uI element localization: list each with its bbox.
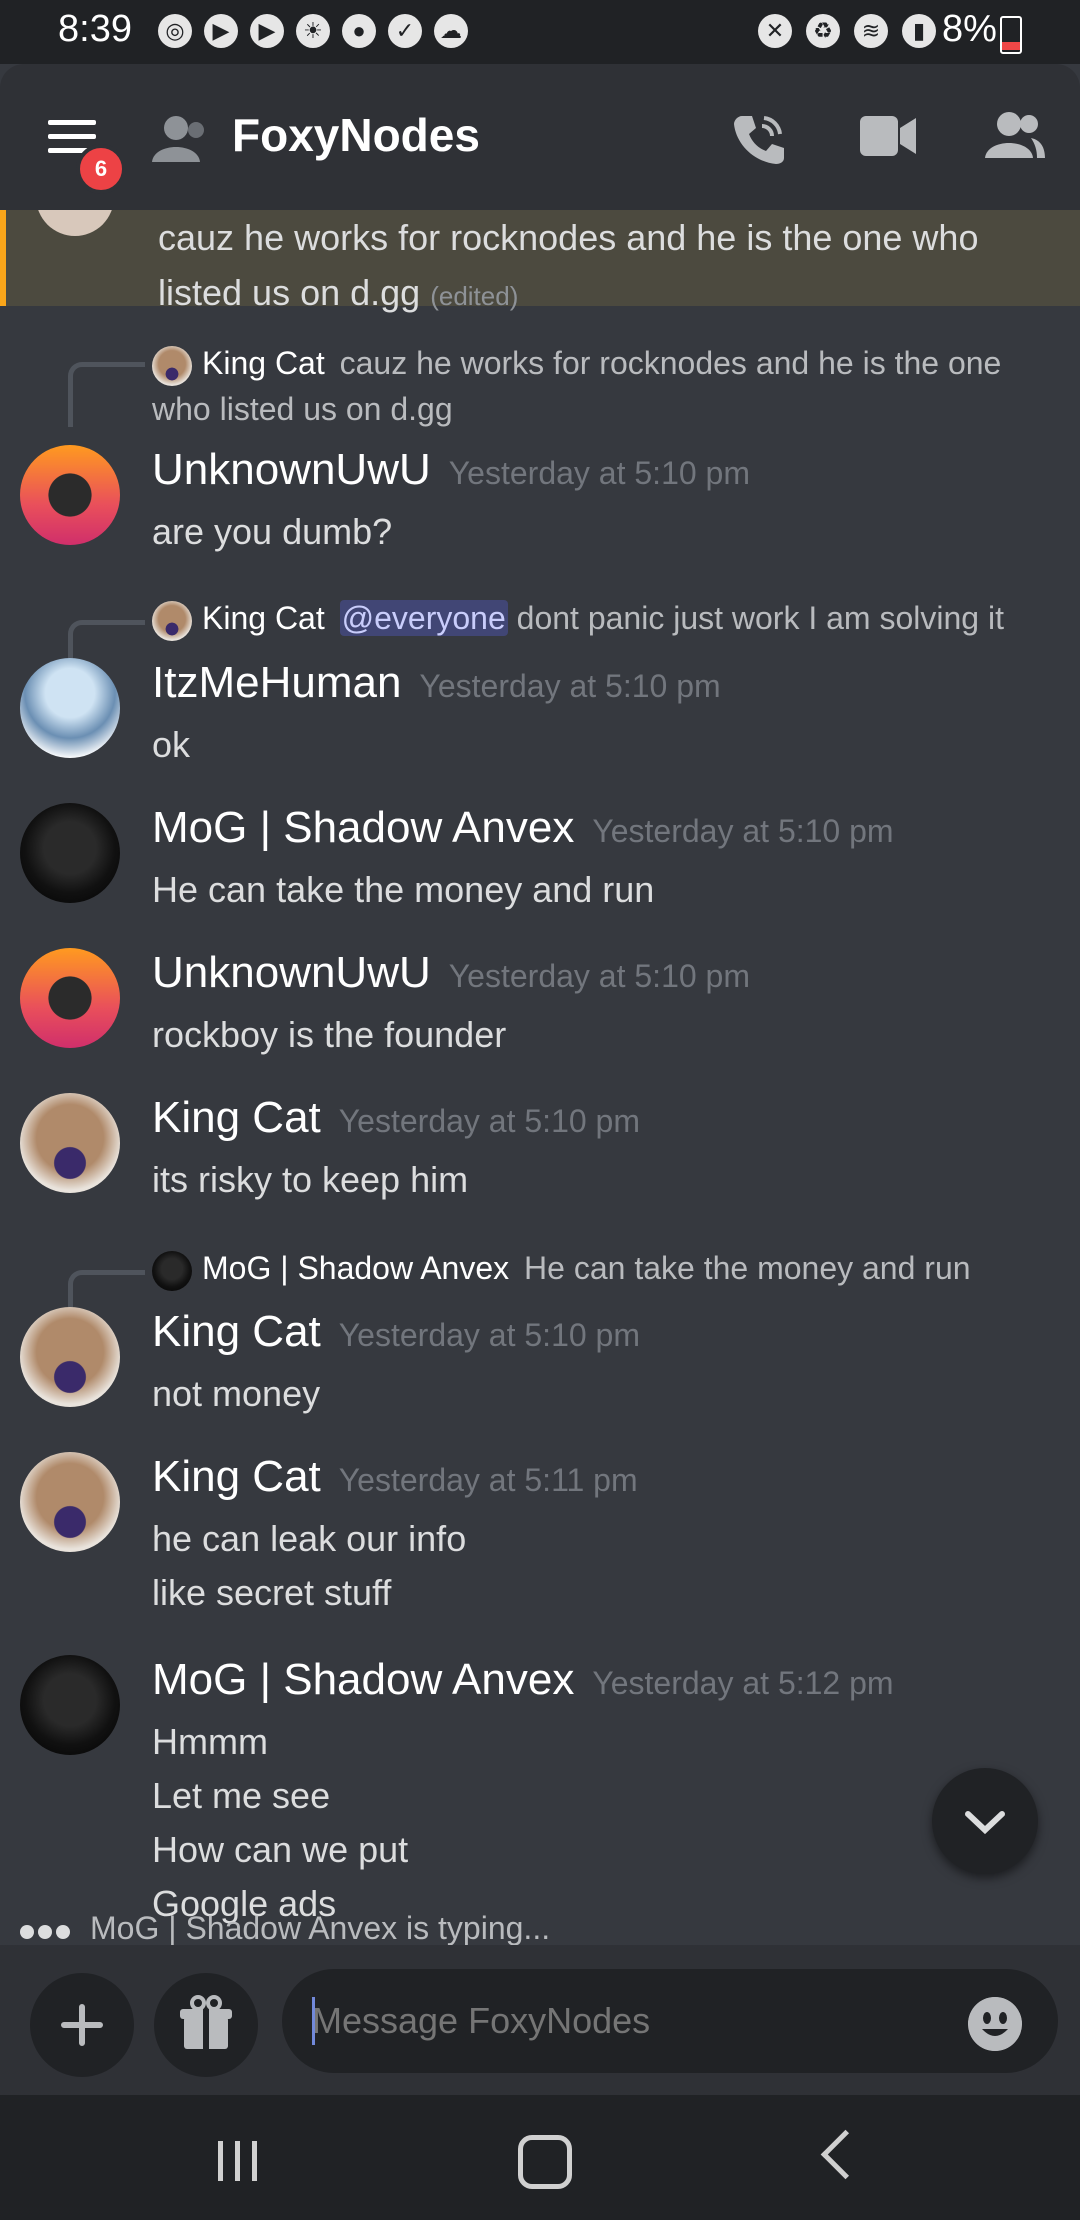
channel-header: 6 FoxyNodes	[0, 64, 1080, 210]
author-name[interactable]: King Cat	[152, 1452, 321, 1501]
author-name[interactable]: MoG | Shadow Anvex	[152, 803, 574, 852]
avatar[interactable]	[20, 948, 120, 1048]
message-text: rockboy is the founder	[152, 1014, 507, 1055]
members-icon[interactable]	[985, 110, 1045, 160]
message-list[interactable]: cauz he works for rocknodes and he is th…	[0, 210, 1080, 1945]
message-header: UnknownUwU Yesterday at 5:10 pm	[152, 948, 750, 998]
timestamp: Yesterday at 5:10 pm	[448, 958, 750, 994]
youtube-icon: ▶	[204, 14, 238, 48]
avatar	[152, 600, 192, 641]
reply-connector	[68, 362, 145, 427]
youtube-icon: ▶	[250, 14, 284, 48]
timestamp: Yesterday at 5:10 pm	[592, 813, 894, 849]
message-input[interactable]	[282, 1969, 1058, 2073]
chevron-down-icon	[965, 1811, 1005, 1835]
timestamp: Yesterday at 5:10 pm	[338, 1317, 640, 1353]
timestamp: Yesterday at 5:10 pm	[448, 455, 750, 491]
reply-preview[interactable]: MoG | Shadow Anvex He can take the money…	[152, 1245, 1052, 1291]
author-name[interactable]: UnknownUwU	[152, 445, 431, 494]
jump-to-bottom-button[interactable]	[932, 1768, 1038, 1874]
weather-icon: ☀	[296, 14, 330, 48]
mention-everyone[interactable]: @everyone	[339, 600, 508, 636]
reply-preview[interactable]: King Cat @everyone dont panic just work …	[152, 595, 1052, 641]
message-header: MoG | Shadow Anvex Yesterday at 5:10 pm	[152, 803, 894, 853]
system-navigation-bar	[0, 2095, 1080, 2220]
typing-indicator: MoG | Shadow Anvex is typing...	[20, 1910, 550, 1947]
back-icon[interactable]	[820, 2129, 871, 2180]
timestamp: Yesterday at 5:10 pm	[338, 1103, 640, 1139]
status-time: 8:39	[58, 8, 132, 50]
reply-connector	[68, 1270, 145, 1309]
author-name[interactable]: MoG | Shadow Anvex	[152, 1655, 574, 1704]
cloud-icon: ☁	[434, 14, 468, 48]
message-header: UnknownUwU Yesterday at 5:10 pm	[152, 445, 750, 495]
avatar[interactable]	[20, 1093, 120, 1193]
edited-label: (edited)	[430, 281, 519, 311]
author-name[interactable]: UnknownUwU	[152, 948, 431, 997]
dm-user-icon	[152, 116, 204, 162]
avatar[interactable]	[20, 1655, 120, 1755]
reply-preview[interactable]: King Cat cauz he works for rocknodes and…	[152, 340, 1052, 432]
mute-icon: ✕	[758, 14, 792, 48]
message-text: ok	[152, 724, 191, 765]
gift-button[interactable]	[154, 1973, 258, 2077]
message-text: Hmmm Let me see How can we put Google ad…	[152, 1721, 409, 1924]
message-text: He can take the money and run	[152, 869, 655, 910]
timestamp: Yesterday at 5:12 pm	[592, 1665, 894, 1701]
message-text: its risky to keep him	[152, 1159, 469, 1200]
notification-badge: 6	[76, 144, 126, 194]
status-bar: 8:39 ◎ ▶ ▶ ☀ ● ✓ ☁ ✕ ♻ ≋ ▮ 8%	[0, 0, 1080, 64]
reply-author: King Cat	[202, 600, 325, 636]
avatar	[36, 210, 114, 236]
battery-level: 8%	[942, 8, 997, 50]
gift-icon	[180, 1995, 232, 2049]
voice-call-icon[interactable]	[730, 110, 788, 168]
reply-author: MoG | Shadow Anvex	[202, 1250, 510, 1286]
message-composer	[0, 1945, 1080, 2095]
avatar[interactable]	[20, 803, 120, 903]
avatar[interactable]	[20, 1452, 120, 1552]
message-header: MoG | Shadow Anvex Yesterday at 5:12 pm	[152, 1655, 894, 1705]
app-notification-icon: ◎	[158, 14, 192, 48]
message-text: cauz he works for rocknodes and he is th…	[158, 217, 979, 313]
message-text: he can leak our info like secret stuff	[152, 1518, 467, 1613]
author-name[interactable]: ItzMeHuman	[152, 658, 401, 707]
message-header: ItzMeHuman Yesterday at 5:10 pm	[152, 658, 721, 708]
timestamp: Yesterday at 5:10 pm	[419, 668, 721, 704]
author-name[interactable]: King Cat	[152, 1093, 321, 1142]
avatar[interactable]	[20, 658, 120, 758]
signal-icon: ▮	[902, 14, 936, 48]
avatar[interactable]	[20, 1307, 120, 1407]
system-icons: ✕ ♻ ≋ ▮	[758, 14, 936, 48]
plus-icon	[61, 2004, 103, 2046]
reply-author: King Cat	[202, 345, 325, 381]
notification-icons: ◎ ▶ ▶ ☀ ● ✓ ☁	[158, 14, 468, 48]
recent-apps-icon[interactable]	[218, 2141, 269, 2186]
avatar	[152, 345, 192, 386]
message-header: King Cat Yesterday at 5:10 pm	[152, 1093, 640, 1143]
typing-dots-icon	[20, 1910, 74, 1947]
message-text: are you dumb?	[152, 511, 393, 552]
message-header: King Cat Yesterday at 5:11 pm	[152, 1452, 638, 1502]
wifi-icon: ≋	[854, 14, 888, 48]
message-header: King Cat Yesterday at 5:10 pm	[152, 1307, 640, 1357]
reply-text: dont panic just work I am solving it	[516, 600, 1004, 636]
check-icon: ✓	[388, 14, 422, 48]
text-caret	[312, 1997, 315, 2045]
drop-icon: ●	[342, 14, 376, 48]
add-attachment-button[interactable]	[30, 1973, 134, 2077]
emoji-icon[interactable]	[968, 1997, 1022, 2051]
avatar[interactable]	[20, 445, 120, 545]
channel-title: FoxyNodes	[232, 109, 480, 161]
avatar	[152, 1250, 192, 1291]
video-call-icon[interactable]	[860, 114, 916, 158]
author-name[interactable]: King Cat	[152, 1307, 321, 1356]
reply-text: He can take the money and run	[524, 1250, 971, 1286]
highlighted-message: cauz he works for rocknodes and he is th…	[0, 210, 1080, 313]
message-text: not money	[152, 1373, 321, 1414]
timestamp: Yesterday at 5:11 pm	[338, 1462, 638, 1498]
battery-saver-icon: ♻	[806, 14, 840, 48]
battery-fill	[1002, 42, 1020, 50]
home-icon[interactable]	[518, 2135, 572, 2189]
